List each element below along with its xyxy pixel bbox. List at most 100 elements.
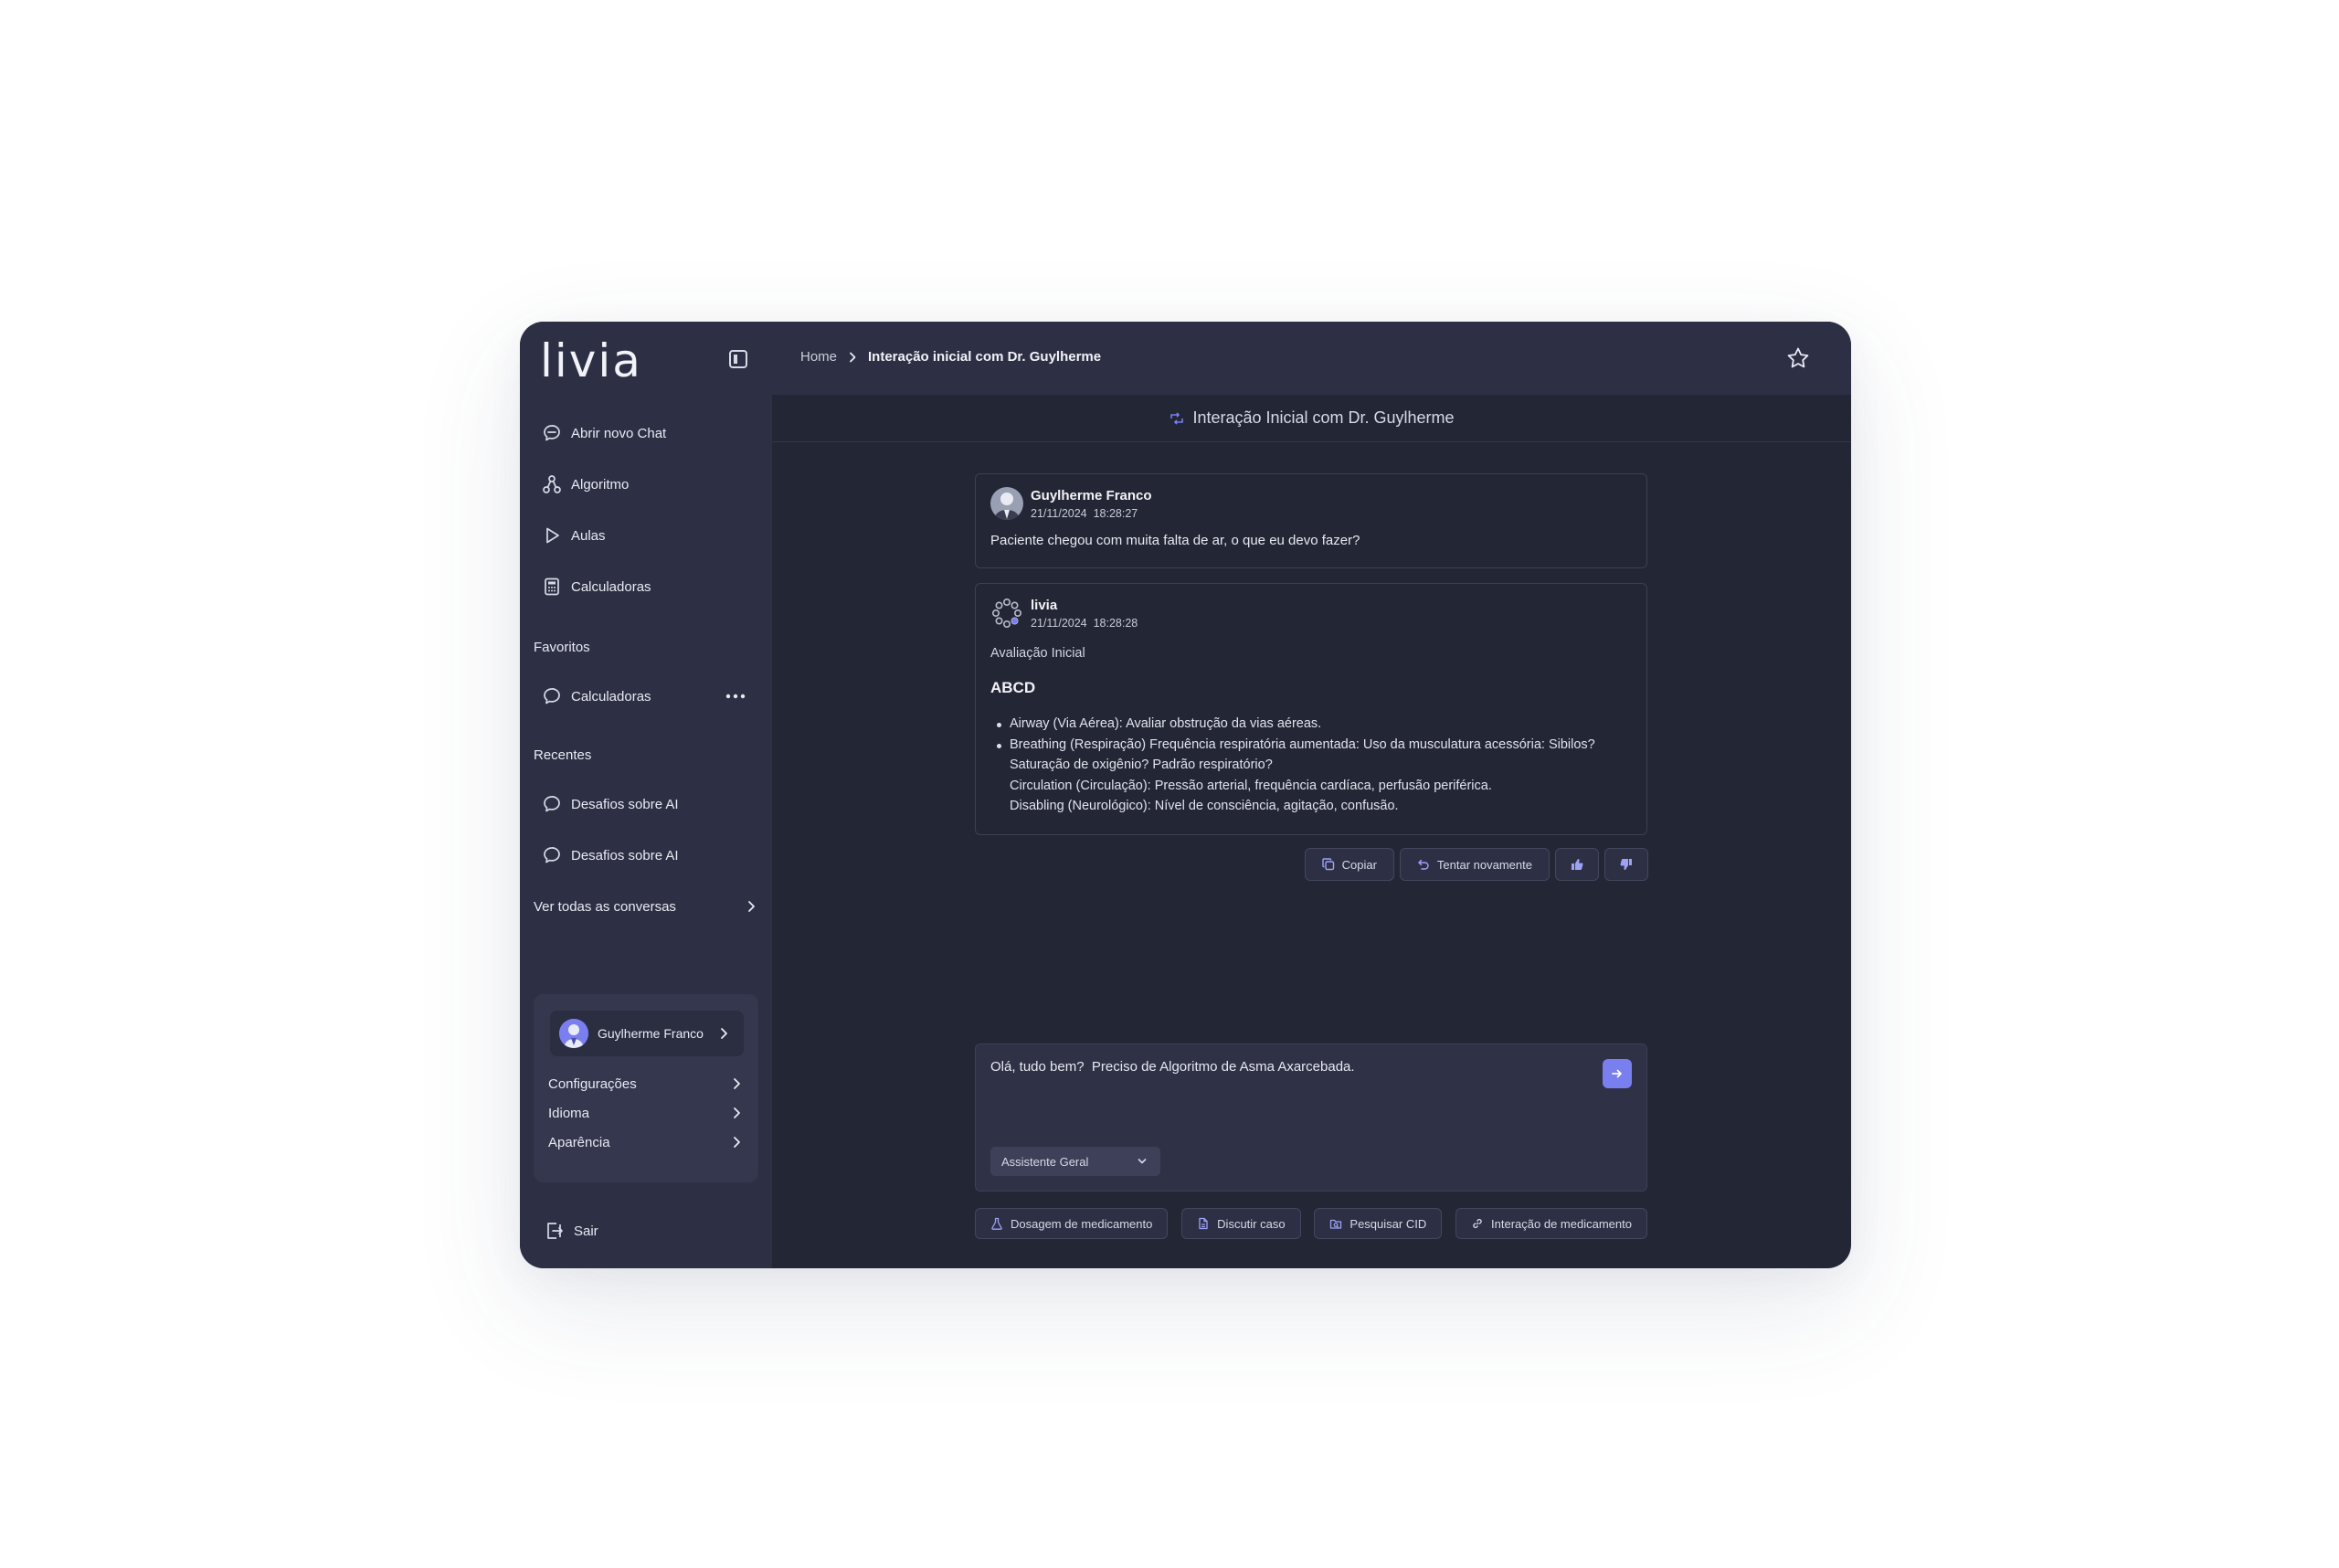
sidebar: livia Abrir novo Chat Algoritmo Aulas Ca…	[520, 322, 772, 1268]
play-icon	[542, 525, 562, 546]
avatar	[559, 1019, 588, 1048]
breadcrumb-home-link[interactable]: Home	[800, 349, 837, 365]
chat-title: Interação Inicial com Dr. Guylherme	[1192, 408, 1455, 427]
top-bar: Home Interação inicial com Dr. Guylherme	[772, 322, 1851, 395]
favorite-star-icon[interactable]	[1785, 345, 1811, 371]
thumbs-down-button[interactable]	[1604, 848, 1648, 881]
recent-item[interactable]: Desafios sobre AI	[542, 835, 752, 875]
settings-item-aparencia[interactable]: Aparência	[548, 1129, 744, 1155]
arrow-right-icon	[1611, 1067, 1624, 1080]
chat-plus-icon	[542, 423, 562, 443]
quick-action-discuss-case[interactable]: Discutir caso	[1181, 1208, 1301, 1239]
assistant-select[interactable]: Assistente Geral	[990, 1147, 1160, 1176]
breadcrumb: Home Interação inicial com Dr. Guylherme	[800, 349, 1101, 365]
chevron-right-icon	[729, 1135, 744, 1150]
ai-subtitle: Avaliação Inicial	[990, 646, 1085, 661]
nav-calculators[interactable]: Calculadoras	[542, 567, 752, 607]
quick-action-label: Interação de medicamento	[1491, 1216, 1632, 1231]
chevron-right-icon	[729, 1106, 744, 1120]
user-message: Guylherme Franco 21/11/2024 18:28:27 Pac…	[975, 473, 1647, 568]
message-timestamp: 21/11/2024 18:28:28	[1031, 617, 1138, 630]
list-item: Airway (Via Aérea): Avaliar obstrução da…	[997, 714, 1632, 735]
livia-avatar-icon	[990, 597, 1023, 630]
more-options-icon[interactable]	[723, 687, 748, 705]
sidebar-toggle-icon[interactable]	[726, 347, 750, 371]
quick-action-label: Dosagem de medicamento	[1011, 1216, 1153, 1231]
algorithm-icon	[542, 474, 562, 494]
breadcrumb-current: Interação inicial com Dr. Guylherme	[868, 349, 1102, 365]
message-text: Paciente chegou com muita falta de ar, o…	[990, 533, 1360, 548]
nav-label: Aulas	[571, 527, 606, 544]
calculator-icon	[542, 577, 562, 597]
send-button[interactable]	[1603, 1059, 1632, 1088]
retry-button[interactable]: Tentar novamente	[1399, 848, 1550, 881]
nav-label: Algoritmo	[571, 476, 630, 493]
thumbs-down-icon	[1620, 858, 1633, 871]
settings-label: Idioma	[548, 1105, 590, 1121]
folder-search-icon	[1329, 1217, 1342, 1230]
assistant-select-value: Assistente Geral	[1001, 1154, 1089, 1169]
message-composer: Assistente Geral	[975, 1044, 1647, 1192]
chat-main: Home Interação inicial com Dr. Guylherme…	[772, 322, 1851, 1268]
chat-title-bar: Interação Inicial com Dr. Guylherme	[772, 395, 1851, 442]
see-all-label: Ver todas as conversas	[534, 898, 676, 915]
flask-icon	[990, 1217, 1003, 1230]
thumbs-up-button[interactable]	[1555, 848, 1599, 881]
recents-heading: Recentes	[534, 747, 592, 763]
quick-actions: Dosagem de medicamento Discutir caso Pes…	[975, 1208, 1647, 1239]
message-input[interactable]	[990, 1059, 1575, 1075]
settings-item-idioma[interactable]: Idioma	[548, 1100, 744, 1126]
logout-label: Sair	[574, 1223, 598, 1239]
list-item: Breathing (Respiração) Frequência respir…	[997, 735, 1632, 756]
chevron-right-icon	[716, 1026, 731, 1041]
copy-label: Copiar	[1341, 857, 1377, 872]
user-profile-button[interactable]: Guylherme Franco	[550, 1011, 744, 1056]
nav-label: Calculadoras	[571, 578, 651, 595]
message-timestamp: 21/11/2024 18:28:27	[1031, 507, 1138, 520]
recent-label: Desafios sobre AI	[571, 847, 679, 863]
livia-logo: livia	[540, 334, 642, 387]
quick-action-dosage[interactable]: Dosagem de medicamento	[975, 1208, 1169, 1239]
recent-item[interactable]: Desafios sobre AI	[542, 784, 752, 824]
undo-icon	[1417, 858, 1430, 871]
nav-lessons[interactable]: Aulas	[542, 515, 752, 556]
ai-response-list: Airway (Via Aérea): Avaliar obstrução da…	[976, 697, 1646, 817]
nav-algorithm[interactable]: Algoritmo	[542, 464, 752, 504]
document-icon	[1197, 1217, 1210, 1230]
user-name: Guylherme Franco	[598, 1026, 704, 1041]
ai-message: livia 21/11/2024 18:28:28 Avaliação Inic…	[975, 583, 1647, 835]
settings-label: Aparência	[548, 1134, 610, 1150]
chevron-down-icon	[1137, 1156, 1148, 1167]
favorites-heading: Favoritos	[534, 640, 590, 655]
link-icon	[1471, 1217, 1484, 1230]
avatar	[990, 487, 1023, 520]
quick-action-search-cid[interactable]: Pesquisar CID	[1314, 1208, 1443, 1239]
recent-label: Desafios sobre AI	[571, 796, 679, 812]
chat-bubble-icon	[542, 686, 562, 706]
thumbs-up-icon	[1571, 858, 1583, 871]
settings-label: Configurações	[548, 1075, 637, 1092]
settings-item-configuracoes[interactable]: Configurações	[548, 1071, 744, 1097]
list-item: Saturação de oxigênio? Padrão respiratór…	[1010, 758, 1273, 772]
favorite-label: Calculadoras	[571, 688, 651, 705]
quick-action-label: Discutir caso	[1217, 1216, 1286, 1231]
quick-action-label: Pesquisar CID	[1349, 1216, 1427, 1231]
list-item: Circulation (Circulação): Pressão arteri…	[1010, 778, 1492, 793]
quick-action-drug-interaction[interactable]: Interação de medicamento	[1455, 1208, 1647, 1239]
chevron-right-icon	[729, 1076, 744, 1091]
copy-icon	[1321, 858, 1335, 871]
message-author: livia	[1031, 598, 1058, 613]
message-actions: Copiar Tentar novamente	[1304, 848, 1648, 881]
nav-new-chat[interactable]: Abrir novo Chat	[542, 413, 752, 453]
list-item: Disabling (Neurológico): Nível de consci…	[1010, 799, 1399, 813]
favorite-item-calculators[interactable]: Calculadoras	[542, 676, 706, 716]
chevron-right-icon	[744, 899, 758, 914]
nav-label: Abrir novo Chat	[571, 425, 667, 441]
logout-button[interactable]: Sair	[545, 1221, 598, 1241]
chat-bubble-icon	[542, 845, 562, 865]
chevron-right-icon	[846, 351, 859, 364]
ai-heading: ABCD	[990, 679, 1036, 696]
chat-swap-icon	[1169, 410, 1185, 427]
copy-button[interactable]: Copiar	[1304, 848, 1394, 881]
see-all-conversations[interactable]: Ver todas as conversas	[534, 894, 758, 919]
